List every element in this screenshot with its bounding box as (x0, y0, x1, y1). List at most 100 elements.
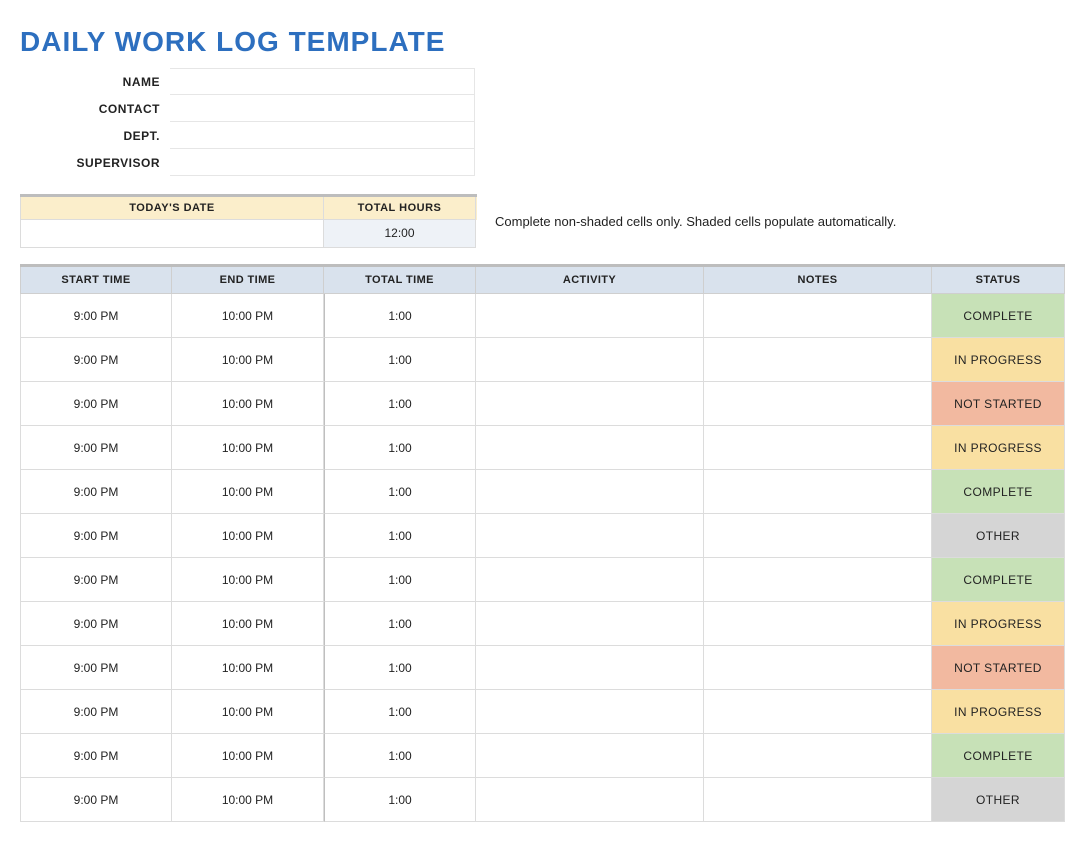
cell-start-time[interactable]: 9:00 PM (20, 558, 172, 602)
work-log-template: DAILY WORK LOG TEMPLATE NAME CONTACT DEP… (0, 0, 1085, 846)
cell-notes[interactable] (704, 294, 932, 338)
cell-start-time[interactable]: 9:00 PM (20, 646, 172, 690)
cell-status[interactable]: COMPLETE (932, 558, 1065, 602)
cell-start-time[interactable]: 9:00 PM (20, 382, 172, 426)
cell-end-time[interactable]: 10:00 PM (172, 338, 324, 382)
table-row: 9:00 PM10:00 PM1:00 COMPLETE (20, 734, 1065, 778)
table-row: 9:00 PM10:00 PM1:00 OTHER (20, 514, 1065, 558)
cell-start-time[interactable]: 9:00 PM (20, 734, 172, 778)
cell-notes[interactable] (704, 426, 932, 470)
summary-total-hours-cell: 12:00 (324, 220, 476, 248)
cell-start-time[interactable]: 9:00 PM (20, 690, 172, 734)
table-row: 9:00 PM10:00 PM1:00 IN PROGRESS (20, 602, 1065, 646)
table-row: 9:00 PM10:00 PM1:00COMPLETE (20, 558, 1065, 602)
table-row: 9:00 PM10:00 PM1:00 IN PROGRESS (20, 690, 1065, 734)
cell-status[interactable]: COMPLETE (932, 734, 1065, 778)
cell-activity[interactable] (476, 514, 704, 558)
cell-start-time[interactable]: 9:00 PM (20, 602, 172, 646)
cell-activity[interactable] (476, 602, 704, 646)
cell-end-time[interactable]: 10:00 PM (172, 470, 324, 514)
cell-end-time[interactable]: 10:00 PM (172, 734, 324, 778)
cell-status[interactable]: OTHER (932, 514, 1065, 558)
col-activity: ACTIVITY (476, 267, 704, 294)
cell-notes[interactable] (704, 382, 932, 426)
log-table: START TIME END TIME TOTAL TIME ACTIVITY … (20, 264, 1065, 822)
table-row: 9:00 PM10:00 PM1:00 IN PROGRESS (20, 338, 1065, 382)
cell-activity[interactable] (476, 690, 704, 734)
cell-notes[interactable] (704, 558, 932, 602)
cell-status[interactable]: NOT STARTED (932, 382, 1065, 426)
cell-total-time: 1:00 (324, 514, 476, 558)
label-supervisor: SUPERVISOR (20, 149, 170, 176)
cell-total-time: 1:00 (324, 734, 476, 778)
cell-end-time[interactable]: 10:00 PM (172, 294, 324, 338)
cell-total-time: 1:00 (324, 646, 476, 690)
table-row: 9:00 PM10:00 PM1:00 NOT STARTED (20, 646, 1065, 690)
input-contact[interactable] (170, 95, 475, 122)
cell-status[interactable]: IN PROGRESS (932, 426, 1065, 470)
summary-header-hours: TOTAL HOURS (324, 197, 476, 220)
cell-status[interactable]: IN PROGRESS (932, 338, 1065, 382)
table-row: 9:00 PM10:00 PM1:00 OTHER (20, 778, 1065, 822)
cell-status[interactable]: COMPLETE (932, 294, 1065, 338)
cell-activity[interactable] (476, 382, 704, 426)
cell-end-time[interactable]: 10:00 PM (172, 426, 324, 470)
cell-total-time: 1:00 (324, 294, 476, 338)
cell-start-time[interactable]: 9:00 PM (20, 426, 172, 470)
cell-start-time[interactable]: 9:00 PM (20, 294, 172, 338)
label-contact: CONTACT (20, 95, 170, 122)
cell-total-time: 1:00 (324, 470, 476, 514)
cell-notes[interactable] (704, 646, 932, 690)
cell-total-time: 1:00 (324, 690, 476, 734)
cell-end-time[interactable]: 10:00 PM (172, 382, 324, 426)
cell-notes[interactable] (704, 778, 932, 822)
cell-end-time[interactable]: 10:00 PM (172, 646, 324, 690)
cell-activity[interactable] (476, 426, 704, 470)
cell-notes[interactable] (704, 338, 932, 382)
cell-end-time[interactable]: 10:00 PM (172, 602, 324, 646)
cell-notes[interactable] (704, 690, 932, 734)
cell-total-time: 1:00 (324, 602, 476, 646)
input-name[interactable] (170, 68, 475, 95)
col-total: TOTAL TIME (324, 267, 476, 294)
table-row: 9:00 PM10:00 PM1:00IN PROGRESS (20, 426, 1065, 470)
cell-total-time: 1:00 (324, 382, 476, 426)
cell-start-time[interactable]: 9:00 PM (20, 338, 172, 382)
table-row: 9:00 PM10:00 PM1:00 NOT STARTED (20, 382, 1065, 426)
col-start: START TIME (20, 267, 172, 294)
cell-status[interactable]: COMPLETE (932, 470, 1065, 514)
info-block: NAME CONTACT DEPT. SUPERVISOR (20, 68, 1065, 176)
cell-notes[interactable] (704, 602, 932, 646)
instructions-text: Complete non-shaded cells only. Shaded c… (495, 214, 896, 229)
cell-activity[interactable] (476, 778, 704, 822)
cell-total-time: 1:00 (324, 338, 476, 382)
cell-end-time[interactable]: 10:00 PM (172, 558, 324, 602)
cell-notes[interactable] (704, 514, 932, 558)
cell-status[interactable]: NOT STARTED (932, 646, 1065, 690)
cell-notes[interactable] (704, 470, 932, 514)
cell-status[interactable]: OTHER (932, 778, 1065, 822)
cell-status[interactable]: IN PROGRESS (932, 690, 1065, 734)
page-title: DAILY WORK LOG TEMPLATE (20, 26, 1065, 58)
label-name: NAME (20, 68, 170, 95)
cell-activity[interactable] (476, 294, 704, 338)
cell-activity[interactable] (476, 470, 704, 514)
cell-end-time[interactable]: 10:00 PM (172, 514, 324, 558)
cell-activity[interactable] (476, 338, 704, 382)
cell-activity[interactable] (476, 646, 704, 690)
cell-total-time: 1:00 (324, 778, 476, 822)
cell-status[interactable]: IN PROGRESS (932, 602, 1065, 646)
table-row: 9:00 PM10:00 PM1:00 COMPLETE (20, 470, 1065, 514)
cell-start-time[interactable]: 9:00 PM (20, 470, 172, 514)
cell-start-time[interactable]: 9:00 PM (20, 514, 172, 558)
input-dept[interactable] (170, 122, 475, 149)
cell-end-time[interactable]: 10:00 PM (172, 778, 324, 822)
table-row: 9:00 PM10:00 PM1:00 COMPLETE (20, 294, 1065, 338)
cell-start-time[interactable]: 9:00 PM (20, 778, 172, 822)
cell-notes[interactable] (704, 734, 932, 778)
cell-activity[interactable] (476, 558, 704, 602)
cell-end-time[interactable]: 10:00 PM (172, 690, 324, 734)
input-supervisor[interactable] (170, 149, 475, 176)
cell-activity[interactable] (476, 734, 704, 778)
summary-date-cell[interactable] (20, 220, 324, 248)
